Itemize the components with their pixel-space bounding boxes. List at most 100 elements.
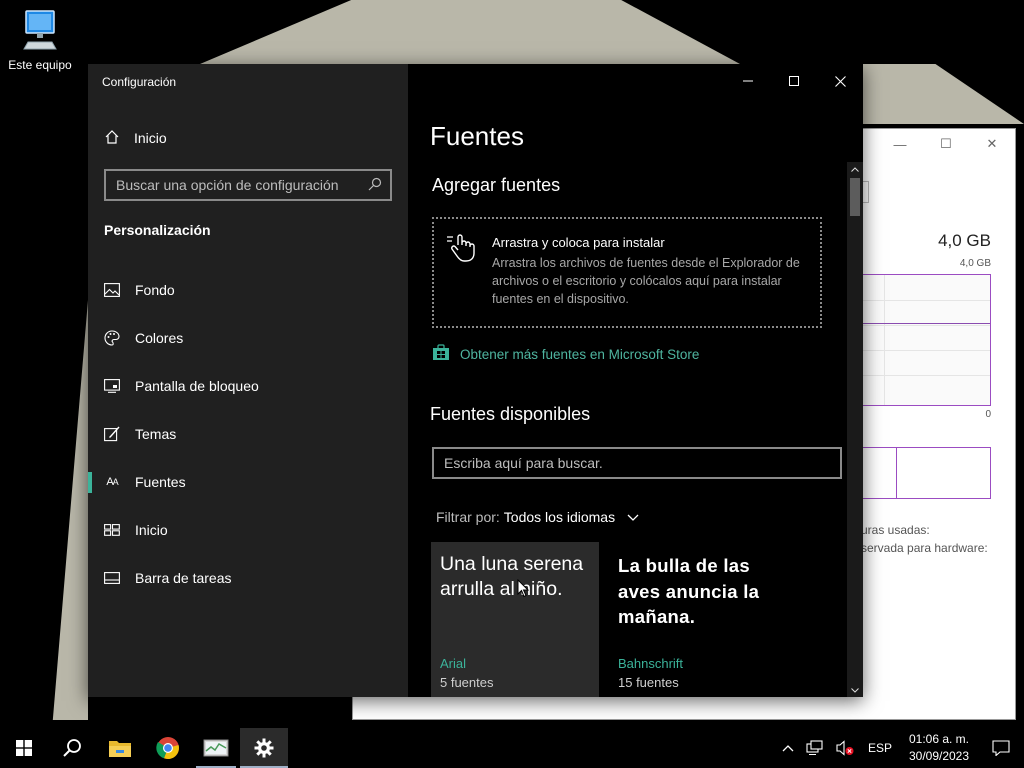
memory-text-1: uras usadas: [861, 523, 930, 537]
language-filter[interactable]: Filtrar por: Todos los idiomas [436, 509, 639, 525]
language-indicator[interactable]: ESP [860, 728, 900, 768]
network-button[interactable] [800, 728, 830, 768]
settings-sidebar: Configuración Inicio Buscar una opción d… [88, 64, 408, 697]
volume-button[interactable] [830, 728, 860, 768]
start-tiles-icon [104, 522, 120, 538]
taskbar-task-manager[interactable] [192, 728, 240, 768]
chevron-up-icon [782, 745, 794, 752]
task-manager-caption: — ☐ ✕ [877, 129, 1015, 159]
taskbar-settings[interactable] [240, 728, 288, 768]
task-manager-icon [203, 739, 229, 757]
search-icon[interactable] [368, 177, 382, 194]
font-name: Arial [440, 656, 467, 671]
notification-icon [992, 740, 1010, 756]
wallpaper-shape [200, 0, 740, 64]
sidebar-item-label: Barra de tareas [135, 570, 232, 586]
start-icon [16, 740, 32, 756]
font-drop-zone[interactable]: Arrastra y coloca para instalar Arrastra… [432, 217, 822, 328]
themes-brush-icon [104, 426, 120, 442]
sidebar-item-fuentes[interactable]: AA Fuentes [88, 462, 408, 502]
font-count: 15 fuentes [618, 675, 679, 690]
filter-label: Filtrar por: [436, 509, 500, 525]
drop-zone-description: Arrastra los archivos de fuentes desde e… [492, 256, 800, 306]
palette-icon [104, 330, 120, 346]
sidebar-item-inicio[interactable]: Inicio [88, 510, 408, 550]
network-icon [806, 740, 823, 755]
filter-value: Todos los idiomas [503, 509, 616, 525]
available-fonts-heading: Fuentes disponibles [430, 404, 591, 424]
clock[interactable]: 01:06 a. m. 30/09/2023 [900, 728, 978, 768]
font-card-arial[interactable]: Una luna serena arrulla al niño. Arial 5… [431, 542, 599, 697]
sidebar-home-label: Inicio [134, 130, 167, 146]
sidebar-item-label: Pantalla de bloqueo [135, 378, 259, 394]
window-title: Configuración [102, 75, 177, 89]
desktop-icon-label: Este equipo [8, 58, 72, 72]
minimize-icon [743, 80, 753, 82]
taskbar: ESP 01:06 a. m. 30/09/2023 [0, 728, 1024, 768]
add-fonts-heading: Agregar fuentes [432, 175, 561, 195]
taskbar-file-explorer[interactable] [96, 728, 144, 768]
wallpaper-shape-left [52, 300, 88, 720]
settings-content: Fuentes Agregar fuentes Arrastra y coloc… [408, 64, 863, 697]
font-card-bahnschrift[interactable]: La bulla de las aves anuncia la mañana. … [609, 542, 777, 697]
lock-screen-icon [104, 378, 120, 394]
computer-icon [18, 8, 62, 52]
font-count: 5 fuentes [440, 675, 494, 690]
file-explorer-icon [109, 741, 131, 757]
maximize-button[interactable] [771, 64, 817, 98]
memory-axis-max: 4,0 GB [959, 258, 991, 269]
sidebar-item-colores[interactable]: Colores [88, 318, 408, 358]
sidebar-item-temas[interactable]: Temas [88, 414, 408, 454]
font-search-placeholder: Escriba aquí para buscar. [444, 455, 603, 471]
taskbar-icon [104, 570, 120, 586]
mouse-cursor-icon [517, 578, 530, 603]
settings-search-placeholder: Buscar una opción de configuración [116, 177, 339, 193]
minimize-icon[interactable]: — [877, 129, 923, 159]
minimize-button[interactable] [725, 64, 771, 98]
action-center-button[interactable] [978, 728, 1024, 768]
store-link-label: Obtener más fuentes en Microsoft Store [460, 346, 700, 362]
picture-icon [104, 282, 120, 298]
section-title: Personalización [104, 222, 211, 238]
sidebar-item-barra-tareas[interactable]: Barra de tareas [88, 558, 408, 598]
start-button[interactable] [0, 728, 48, 768]
system-tray: ESP 01:06 a. m. 30/09/2023 [776, 728, 1024, 768]
microsoft-store-link[interactable]: Obtener más fuentes en Microsoft Store [432, 344, 699, 364]
sidebar-item-label: Fuentes [135, 474, 186, 490]
close-button[interactable] [817, 64, 863, 98]
show-hidden-icons-button[interactable] [776, 728, 800, 768]
maximize-icon [789, 76, 799, 86]
sidebar-item-fondo[interactable]: Fondo [88, 270, 408, 310]
font-search-input[interactable]: Escriba aquí para buscar. [432, 447, 842, 479]
clock-time: 01:06 a. m. [908, 732, 970, 746]
close-icon[interactable]: ✕ [969, 129, 1015, 159]
settings-window[interactable]: Configuración Inicio Buscar una opción d… [88, 64, 863, 697]
settings-search-input[interactable]: Buscar una opción de configuración [104, 169, 392, 201]
clock-date: 30/09/2023 [908, 749, 970, 763]
sidebar-home[interactable]: Inicio [104, 124, 167, 152]
font-name: Bahnschrift [618, 656, 684, 671]
search-icon [63, 739, 81, 757]
page-title: Fuentes [430, 121, 524, 151]
sidebar-item-label: Fondo [135, 282, 175, 298]
desktop-icon-this-pc[interactable]: Este equipo [4, 8, 76, 72]
font-sample-text: Una luna serena arrulla al niño. [440, 553, 584, 600]
taskbar-chrome[interactable] [144, 728, 192, 768]
scrollbar-thumb[interactable] [850, 178, 860, 216]
wallpaper-shape-right [863, 64, 1024, 124]
taskbar-search-button[interactable] [48, 728, 96, 768]
memory-total: 4,0 GB [938, 231, 991, 250]
volume-muted-icon [836, 740, 854, 756]
sidebar-item-pantalla-bloqueo[interactable]: Pantalla de bloqueo [88, 366, 408, 406]
scroll-up-icon[interactable] [847, 162, 863, 176]
content-scrollbar[interactable] [847, 162, 863, 697]
scroll-down-icon[interactable] [847, 683, 863, 697]
drop-zone-title: Arrastra y coloca para instalar [492, 235, 665, 250]
maximize-icon[interactable]: ☐ [923, 129, 969, 159]
memory-text-2: servada para hardware: [861, 541, 988, 555]
sidebar-item-label: Temas [135, 426, 177, 442]
fonts-icon: AA [106, 476, 118, 488]
window-caption-buttons [725, 64, 863, 98]
sidebar-item-label: Inicio [135, 522, 168, 538]
home-icon [104, 129, 120, 148]
